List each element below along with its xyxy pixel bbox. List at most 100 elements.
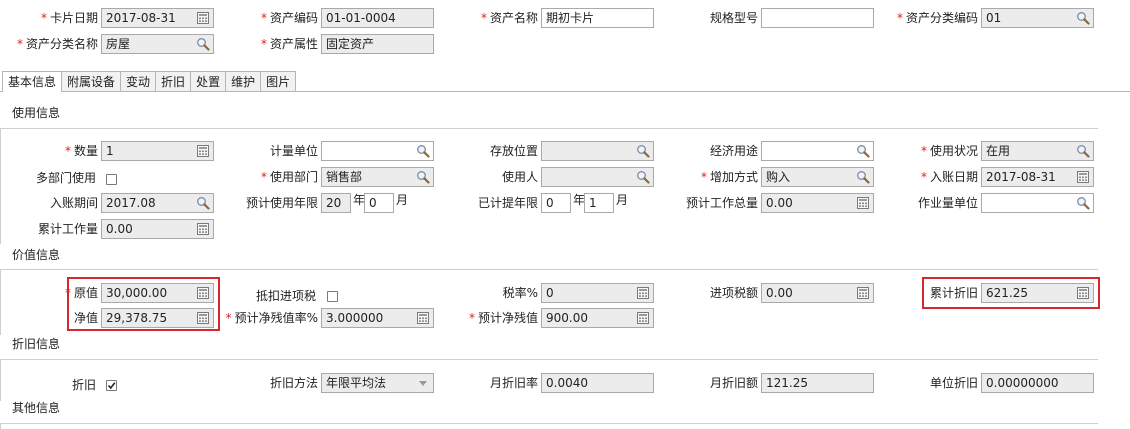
- category-code-field[interactable]: 01: [981, 8, 1094, 28]
- dep-method-label: 折旧方法: [269, 376, 318, 390]
- net-value-field[interactable]: 29,378.75: [101, 308, 214, 328]
- spec-model-field[interactable]: [761, 8, 874, 28]
- section-border: [0, 269, 1, 335]
- calculator-icon[interactable]: [196, 11, 210, 25]
- status-field[interactable]: 在用: [981, 141, 1094, 161]
- original-value-label: * 原值: [64, 286, 98, 300]
- accum-dep-label: 累计折旧: [929, 286, 978, 300]
- card-date-field[interactable]: 2017-08-31: [101, 8, 214, 28]
- calculator-icon[interactable]: [856, 196, 870, 210]
- add-method-field[interactable]: 购入: [761, 167, 874, 187]
- deduct-tax-checkbox[interactable]: [327, 291, 338, 302]
- entry-date-field[interactable]: 2017-08-31: [981, 167, 1094, 187]
- calculator-icon[interactable]: [196, 144, 210, 158]
- accum-workload-field[interactable]: 0.00: [101, 219, 214, 239]
- calculator-icon[interactable]: [636, 311, 650, 325]
- asset-name-label: * 资产名称: [480, 11, 538, 25]
- tab-depreciation[interactable]: 折旧: [155, 71, 192, 91]
- section-border: [0, 128, 1, 244]
- multi-dept-checkbox[interactable]: [106, 174, 117, 185]
- category-code-label: * 资产分类编码: [896, 11, 978, 25]
- search-icon[interactable]: [416, 144, 430, 158]
- depreciation-section-title: 折旧信息: [12, 337, 61, 351]
- expected-life-label: 预计使用年限: [245, 196, 318, 210]
- depreciated-life-label: 已计提年限: [477, 196, 538, 210]
- unit-label: 计量单位: [269, 144, 318, 158]
- residual-rate-label: * 预计净残值率%: [225, 311, 318, 325]
- search-icon[interactable]: [1076, 11, 1090, 25]
- asset-attr-field[interactable]: 固定资产: [321, 34, 434, 54]
- monthly-rate-field[interactable]: 0.0040: [541, 373, 654, 393]
- monthly-amount-field[interactable]: 121.25: [761, 373, 874, 393]
- search-icon[interactable]: [196, 37, 210, 51]
- expected-workload-label: 预计工作总量: [685, 196, 758, 210]
- depreciated-life-months-field[interactable]: 1: [584, 193, 614, 213]
- value-section-title: 价值信息: [12, 248, 61, 262]
- econ-use-field[interactable]: [761, 141, 874, 161]
- section-divider: [0, 128, 1098, 129]
- search-icon[interactable]: [636, 170, 650, 184]
- accum-dep-field[interactable]: 621.25: [981, 283, 1094, 303]
- tax-rate-field[interactable]: 0: [541, 283, 654, 303]
- asset-attr-label: * 资产属性: [260, 37, 318, 51]
- asset-name-field[interactable]: 期初卡片: [541, 8, 654, 28]
- chevron-down-icon: [419, 381, 427, 386]
- user-field[interactable]: [541, 167, 654, 187]
- unit-field[interactable]: [321, 141, 434, 161]
- search-icon[interactable]: [196, 196, 210, 210]
- add-method-label: * 增加方式: [700, 170, 758, 184]
- depreciated-life-years-field[interactable]: 0: [541, 193, 571, 213]
- calculator-icon[interactable]: [416, 311, 430, 325]
- checkmark-icon: [107, 382, 116, 390]
- search-icon[interactable]: [636, 144, 650, 158]
- asset-code-label: * 资产编码: [260, 11, 318, 25]
- input-tax-label: 进项税额: [709, 286, 758, 300]
- calculator-icon[interactable]: [1076, 286, 1090, 300]
- search-icon[interactable]: [416, 170, 430, 184]
- tab-basic-info[interactable]: 基本信息: [2, 71, 63, 92]
- month-unit: 月: [616, 193, 629, 207]
- dept-field[interactable]: 销售部: [321, 167, 434, 187]
- dep-method-select[interactable]: 年限平均法: [321, 373, 434, 393]
- section-border: [0, 423, 1, 429]
- tab-accessory-equipment[interactable]: 附属设备: [61, 71, 122, 91]
- depreciate-checkbox[interactable]: [106, 380, 117, 391]
- net-value-label: 净值: [73, 311, 98, 325]
- workload-unit-label: 作业量单位: [917, 196, 978, 210]
- calculator-icon[interactable]: [196, 222, 210, 236]
- section-border: [0, 359, 1, 401]
- category-name-field[interactable]: 房屋: [101, 34, 214, 54]
- expected-life-years-field[interactable]: 20: [321, 193, 351, 213]
- residual-rate-field[interactable]: 3.000000: [321, 308, 434, 328]
- search-icon[interactable]: [1076, 144, 1090, 158]
- search-icon[interactable]: [1076, 196, 1090, 210]
- calculator-icon[interactable]: [1076, 170, 1090, 184]
- entry-period-field[interactable]: 2017.08: [101, 193, 214, 213]
- calculator-icon[interactable]: [196, 286, 210, 300]
- location-field[interactable]: [541, 141, 654, 161]
- calculator-icon[interactable]: [636, 286, 650, 300]
- multi-dept-label: 多部门使用: [35, 171, 96, 185]
- tab-change[interactable]: 变动: [120, 71, 157, 91]
- search-icon[interactable]: [856, 144, 870, 158]
- tab-maintenance[interactable]: 维护: [225, 71, 262, 91]
- quantity-field[interactable]: 1: [101, 141, 214, 161]
- tab-disposal[interactable]: 处置: [190, 71, 227, 91]
- unit-dep-field[interactable]: 0.00000000: [981, 373, 1094, 393]
- residual-value-field[interactable]: 900.00: [541, 308, 654, 328]
- expected-workload-field[interactable]: 0.00: [761, 193, 874, 213]
- workload-unit-field[interactable]: [981, 193, 1094, 213]
- monthly-amount-label: 月折旧额: [709, 376, 758, 390]
- original-value-field[interactable]: 30,000.00: [101, 283, 214, 303]
- usage-section-title: 使用信息: [12, 106, 61, 120]
- search-icon[interactable]: [856, 170, 870, 184]
- input-tax-field[interactable]: 0.00: [761, 283, 874, 303]
- calculator-icon[interactable]: [196, 311, 210, 325]
- dept-label: * 使用部门: [260, 170, 318, 184]
- asset-code-field[interactable]: 01-01-0004: [321, 8, 434, 28]
- spec-model-label: 规格型号: [709, 11, 758, 25]
- expected-life-months-field[interactable]: 0: [364, 193, 394, 213]
- tab-pictures[interactable]: 图片: [260, 71, 297, 91]
- calculator-icon[interactable]: [856, 286, 870, 300]
- user-label: 使用人: [501, 170, 538, 184]
